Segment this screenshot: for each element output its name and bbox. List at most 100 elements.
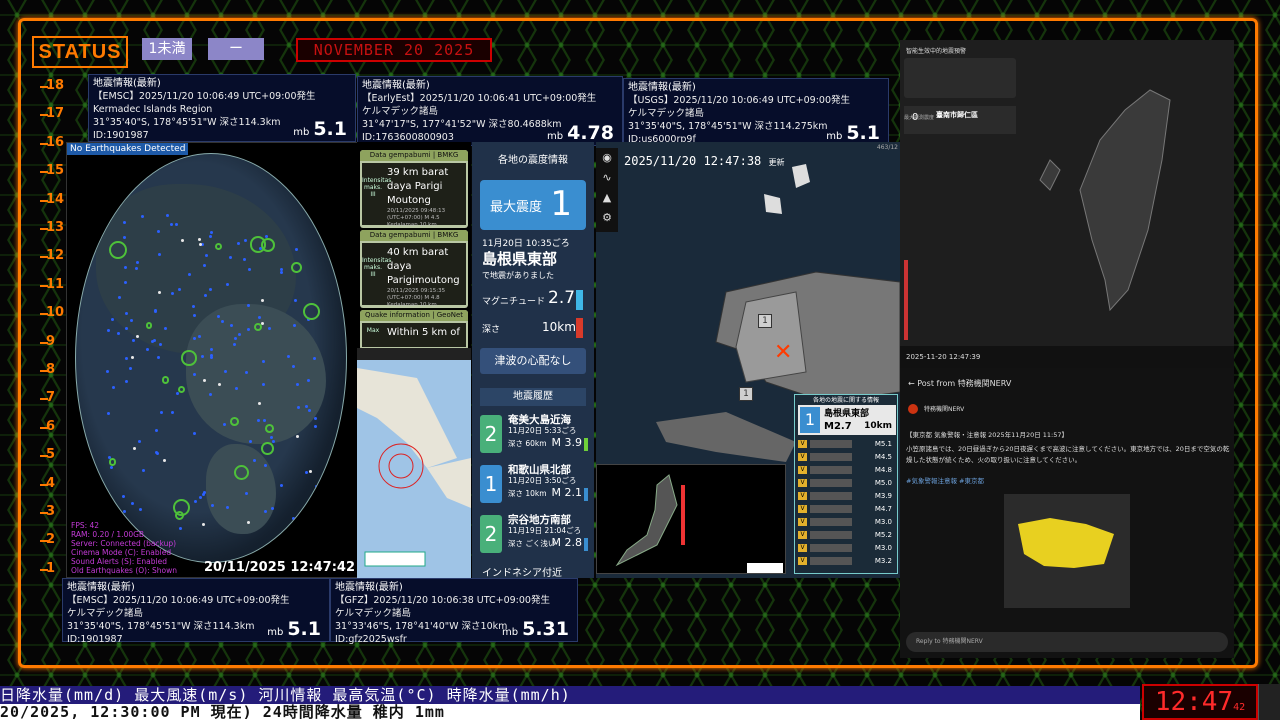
nied-map[interactable]	[596, 464, 786, 574]
quake-dot	[171, 410, 175, 414]
header-depth: 10km	[864, 421, 892, 431]
magnitude: mb 5.1	[293, 120, 347, 139]
wave-icon[interactable]: ∿	[596, 168, 618, 188]
quake-dot	[247, 303, 251, 307]
card-main: Within 5 km of	[387, 327, 460, 338]
region-row[interactable]: V M3.9	[798, 491, 896, 501]
region-row[interactable]: V M3.0	[798, 517, 896, 527]
quake-dot	[232, 342, 236, 346]
quake-dot	[106, 412, 110, 416]
info-icon[interactable]: ◉	[596, 148, 618, 168]
quake-dot	[122, 495, 126, 499]
region-magnitude: M5.2	[874, 531, 892, 539]
quake-dot	[262, 418, 266, 422]
magnitude-bar	[576, 290, 583, 310]
quake-dot	[204, 254, 208, 258]
quake-dot	[200, 354, 204, 358]
stat-line: FPS: 42	[71, 521, 100, 530]
region-row[interactable]: V M4.8	[798, 465, 896, 475]
geonet-card[interactable]: Quake information | GeoNet Max Within 5 …	[360, 310, 468, 348]
mb-label: mb	[502, 627, 519, 638]
quake-dot	[125, 357, 129, 361]
region-row[interactable]: V M4.7	[798, 504, 896, 514]
region-intensity: V	[798, 530, 807, 539]
region-row[interactable]: V M5.1	[798, 439, 896, 449]
quake-dot	[314, 424, 317, 428]
taiwan-toolbar: 2025-11-20 12:47:39	[900, 346, 1234, 368]
quake-dot	[304, 470, 308, 474]
quake-dot	[152, 338, 156, 342]
quake-ring	[291, 262, 302, 273]
quake-dot	[262, 382, 266, 386]
quake-dot	[216, 314, 220, 318]
quake-dot	[225, 282, 229, 286]
quake-dot	[202, 491, 206, 495]
region-name-bar	[810, 479, 852, 487]
gear-icon[interactable]: ⚙	[596, 208, 618, 228]
intensity-marker[interactable]: 1	[758, 314, 772, 328]
region-intensity: V	[798, 491, 807, 500]
quake-dot	[243, 257, 247, 261]
weather-ticker-top: 日降水量(mm/d) 最大風速(m/s) 河川情報 最高気温(°C) 時降水量(…	[0, 686, 1140, 704]
quake-dot	[192, 431, 196, 435]
quake-ring	[261, 442, 275, 455]
mb-label: mb	[547, 131, 564, 142]
quake-dot	[256, 418, 260, 422]
region-name-bar	[810, 557, 852, 565]
quake-dot	[234, 386, 238, 390]
globe-panel[interactable]: No Earthquakes Detected FPS: 42 RAM: 0.2…	[66, 142, 358, 578]
card-small: 20/11/2025 09:48:13 (UTC+07:00) M 4.5 Ke…	[387, 208, 446, 228]
scale-number: 8	[46, 362, 56, 377]
header-name: 島根県東部	[824, 409, 870, 419]
globe-map[interactable]	[75, 153, 347, 563]
quake-dot	[162, 459, 166, 463]
quake-line: ケルマデック諸島	[362, 106, 439, 117]
region-magnitude: M3.0	[874, 544, 892, 552]
region-magnitude: M4.5	[874, 453, 892, 461]
warning-icon[interactable]: ▲	[596, 188, 618, 208]
stat-line: Old Earthquakes (O): Shown	[71, 566, 177, 575]
quake-dot	[124, 311, 128, 315]
region-name-bar	[810, 466, 852, 474]
region-row[interactable]: V M5.2	[798, 530, 896, 540]
history-row[interactable]: 2 奄美大島近海 11月20日 5:33ごろ 深さ 60km M 3.9	[480, 412, 590, 456]
quake-dot	[222, 422, 226, 426]
post-back-link[interactable]: ← Post from 特務機関NERV	[900, 368, 1234, 399]
quake-dot	[280, 483, 284, 487]
quake-dot	[198, 242, 202, 246]
quake-dot	[170, 291, 174, 295]
max-intensity-box: 最大震度 1	[480, 180, 586, 230]
region-row[interactable]: V M3.0	[798, 543, 896, 553]
quake-box-usgs: 地震情報(最新) 【USGS】2025/11/20 10:06:49 UTC+0…	[623, 78, 889, 146]
intensity-marker[interactable]: 1	[739, 387, 753, 401]
quake-dot	[122, 510, 126, 514]
history-depth: 深さ 10km	[508, 489, 547, 498]
reply-input[interactable]: Reply to 特務機関NERV	[906, 632, 1228, 652]
quake-ring	[109, 240, 128, 259]
scale-number: 10	[46, 305, 65, 321]
region-name-bar	[810, 518, 852, 526]
region-row[interactable]: V M4.5	[798, 452, 896, 462]
history-row[interactable]: 2 宗谷地方南部 11月19日 21:04ごろ 深さ ごく浅い M 2.8	[480, 512, 590, 556]
quake-dot	[106, 369, 110, 373]
quake-line: 【USGS】2025/11/20 10:06:49 UTC+09:00発生	[628, 95, 851, 106]
region-magnitude: M4.8	[874, 466, 892, 474]
region-intensity: V	[798, 465, 807, 474]
quake-line: 【GFZ】2025/11/20 10:06:38 UTC+09:00発生	[335, 595, 550, 606]
scale-number: 14	[46, 191, 65, 207]
quake-dot	[128, 366, 132, 370]
quake-ring	[177, 385, 186, 394]
region-name-bar	[810, 492, 852, 500]
region-row[interactable]: V M5.0	[798, 478, 896, 488]
history-row[interactable]: 1 和歌山県北部 11月20日 3:50ごろ 深さ 10km M 2.1	[480, 462, 590, 506]
bmkg-card[interactable]: Data gempabumi | BMKG Intensitas maks. I…	[360, 150, 468, 228]
regional-map[interactable]	[357, 348, 471, 578]
magnitude-value: 2.7	[548, 288, 576, 308]
quake-ring	[302, 302, 321, 321]
bmkg-card[interactable]: Data gempabumi | BMKG Intensitas maks. I…	[360, 230, 468, 308]
globe-stats: FPS: 42 RAM: 0.20 / 1.00GB Server: Conne…	[71, 521, 177, 575]
region-row[interactable]: V M3.2	[798, 556, 896, 566]
quake-dot	[159, 410, 163, 414]
history-depth: 深さ 60km	[508, 439, 547, 448]
post-tags[interactable]: #気象警報注意報 #東京都	[906, 476, 1230, 487]
